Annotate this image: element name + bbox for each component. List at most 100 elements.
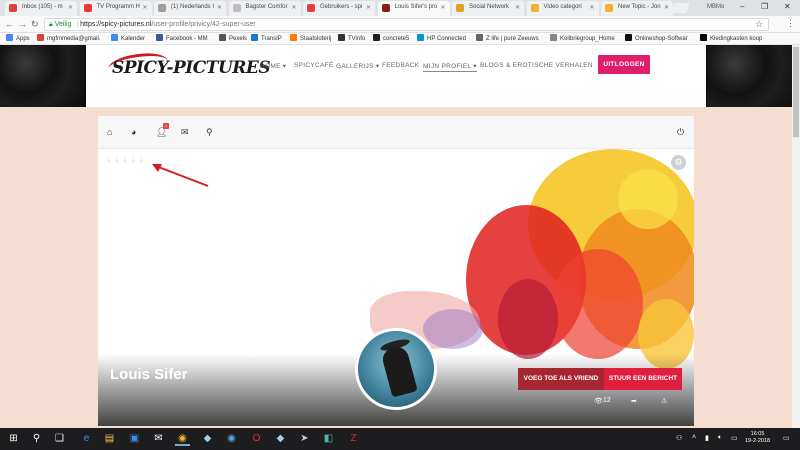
bookmark-favicon-icon	[625, 34, 632, 41]
site-logo[interactable]: SPICY-PICTURES	[112, 58, 271, 78]
tab-close-icon[interactable]: ✕	[515, 4, 520, 11]
bookmark-item[interactable]: Pexels	[219, 34, 247, 44]
browser-tab[interactable]: Inbox (105) - m ✕	[5, 1, 77, 16]
nav-link[interactable]: SPICYCAFÉ	[294, 62, 334, 69]
file-explorer-icon[interactable]: ▤	[102, 431, 117, 446]
search-icon[interactable]: ⚲	[29, 431, 44, 446]
tab-favicon-icon	[158, 4, 166, 12]
forward-arrow-icon[interactable]: →	[18, 19, 27, 29]
back-arrow-icon[interactable]: ←	[5, 19, 14, 29]
bookmark-item[interactable]: TVinfo	[338, 34, 365, 44]
bookmark-label: HP Connected	[427, 36, 466, 42]
activity-icon[interactable]: ◕	[131, 127, 136, 137]
search-icon[interactable]: ⚲	[206, 127, 213, 138]
secure-label: Veilig	[54, 21, 72, 28]
tab-close-icon[interactable]: ✕	[291, 4, 296, 11]
bookmark-item[interactable]: Z life | pure Zeeuws	[476, 34, 539, 44]
bookmark-label: Z life | pure Zeeuws	[486, 36, 539, 42]
battery-icon[interactable]: ▭	[731, 434, 738, 442]
app2-icon[interactable]: ◆	[273, 431, 288, 446]
add-friend-button[interactable]: VOEG TOE ALS VRIEND	[518, 368, 604, 390]
tab-close-icon[interactable]: ✕	[68, 4, 73, 11]
url-input[interactable]: 🔒︎ Veilig | https://spicy-pictures.nl/us…	[44, 18, 769, 31]
report-icon[interactable]: ⚠	[661, 397, 667, 405]
bookmark-item[interactable]: TransIP	[251, 34, 282, 44]
bookmark-item[interactable]: HP Connected	[417, 34, 466, 44]
share-icon[interactable]: ➦	[631, 397, 637, 405]
rating-drops[interactable]: 💧︎💧︎💧︎💧︎💧︎	[107, 155, 148, 165]
taskbar-clock[interactable]: 16:05 19-2-2018	[745, 431, 770, 445]
app4-icon[interactable]: ◧	[321, 431, 336, 446]
bookmark-item[interactable]: Facebook - MM	[156, 34, 208, 44]
messages-icon[interactable]: ✉	[181, 127, 189, 138]
browser-tab[interactable]: (1) Nederlands I ✕	[154, 1, 226, 16]
new-tab-button[interactable]	[671, 3, 690, 13]
tab-close-icon[interactable]: ✕	[142, 4, 147, 11]
reload-icon[interactable]: ↻	[31, 19, 39, 30]
send-message-button[interactable]: STUUR EEN BERICHT	[604, 368, 682, 390]
windows-start-icon[interactable]: ⊞	[6, 431, 21, 446]
nav-link[interactable]: GALLERIJS ▾	[336, 62, 379, 70]
tab-close-icon[interactable]: ✕	[440, 4, 445, 11]
volume-icon[interactable]: 🔈︎	[718, 434, 722, 442]
bookmark-favicon-icon	[251, 34, 258, 41]
tab-close-icon[interactable]: ✕	[217, 4, 222, 11]
mail-icon[interactable]: ✉	[151, 431, 166, 446]
bookmark-item[interactable]: Kledingkasten koop	[700, 34, 762, 44]
browser-tab[interactable]: Gebruikers - spi ✕	[303, 1, 375, 16]
bookmark-label: Facebook - MM	[166, 36, 208, 42]
bookmark-item[interactable]: Onlineshop-Softwar	[625, 34, 688, 44]
scrollbar-thumb[interactable]	[793, 47, 799, 137]
tab-close-icon[interactable]: ✕	[664, 4, 669, 11]
bookmark-item[interactable]: Kalender	[111, 34, 145, 44]
maximize-icon[interactable]: ❐	[761, 2, 768, 11]
nav-link[interactable]: BLOGS & EROTISCHE VERHALEN	[480, 62, 593, 69]
bookmark-star-icon[interactable]: ☆	[755, 19, 763, 30]
tab-close-icon[interactable]: ✕	[366, 4, 371, 11]
browser-tab[interactable]: Bagster Comfor ✕	[228, 1, 301, 16]
browser-tab[interactable]: TV Programm H ✕	[79, 1, 152, 16]
bookmark-item[interactable]: concrete5	[373, 34, 409, 44]
chrome-icon[interactable]: ◉	[175, 431, 190, 446]
minimize-icon[interactable]: –	[740, 2, 744, 11]
store-icon[interactable]: ▣	[127, 431, 142, 446]
clock-date: 19-2-2018	[745, 438, 771, 444]
filezilla-icon[interactable]: Z	[346, 431, 361, 446]
network-icon[interactable]: ▮	[705, 434, 709, 442]
close-window-icon[interactable]: ✕	[784, 2, 791, 11]
home-icon[interactable]: ⌂	[107, 127, 112, 137]
nav-link[interactable]: HOME ▾	[260, 62, 286, 70]
notifications-icon[interactable]: ▭	[783, 434, 790, 442]
task-view-icon[interactable]: ❏	[52, 431, 67, 446]
browser-tab[interactable]: Social Network ✕	[452, 1, 524, 16]
app-icon[interactable]: ◆	[200, 431, 215, 446]
bookmark-favicon-icon	[156, 34, 163, 41]
bookmark-item[interactable]: Kolibriegroup_Home	[550, 34, 615, 44]
nav-link[interactable]: FEEDBACK	[382, 62, 419, 69]
bookmark-favicon-icon	[373, 34, 380, 41]
page-scrollbar[interactable]	[792, 45, 800, 428]
power-icon[interactable]: ⏻	[677, 127, 684, 138]
opera-icon[interactable]: O	[249, 431, 264, 446]
cover-settings-gear-icon[interactable]: ⚙	[671, 155, 686, 170]
browser-tab[interactable]: Louis Sifer's pro ✕	[377, 1, 450, 16]
bookmark-label: Onlineshop-Softwar	[635, 36, 688, 42]
profile-avatar[interactable]	[355, 328, 437, 410]
bookmark-item[interactable]: mgfmmedia@gmail.	[37, 34, 100, 44]
nav-link[interactable]: MIJN PROFIEL ▾	[423, 62, 477, 72]
edge-icon[interactable]: e	[79, 431, 94, 446]
browser-tab[interactable]: Video categori ✕	[526, 1, 599, 16]
chrome-canary-icon[interactable]: ◉	[224, 431, 239, 446]
app3-icon[interactable]: ➤	[297, 431, 312, 446]
bookmark-item[interactable]: Apps	[6, 34, 30, 44]
browser-tab[interactable]: New Topic - Jon ✕	[601, 1, 673, 16]
bookmark-item[interactable]: Staatsloterij	[290, 34, 331, 44]
logout-button[interactable]: UITLOGGEN	[598, 55, 650, 74]
browser-tab-strip: Inbox (105) - m ✕ TV Programm H ✕ (1) Nederl…	[0, 0, 800, 16]
tray-chevron-icon[interactable]: ˄	[692, 434, 696, 441]
browser-menu-icon[interactable]: ⋮	[786, 18, 795, 29]
profile-name: Louis Sifer	[110, 366, 188, 383]
people-icon[interactable]: ⚇	[676, 434, 682, 442]
tab-close-icon[interactable]: ✕	[589, 4, 594, 11]
bookmark-favicon-icon	[700, 34, 707, 41]
